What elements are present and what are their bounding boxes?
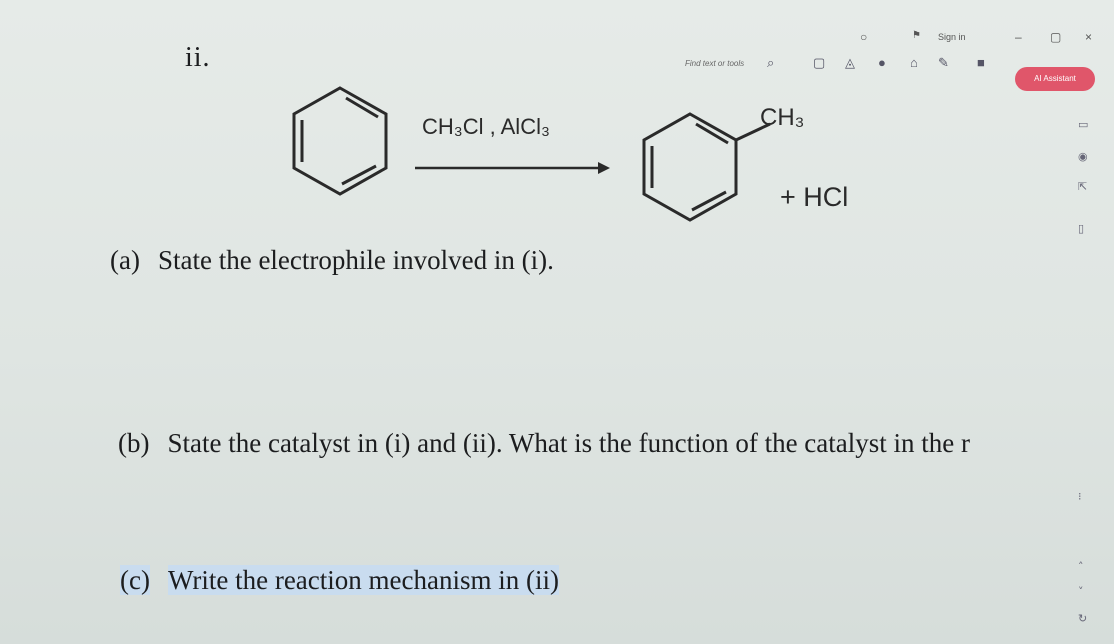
part-text-highlighted[interactable]: Write the reaction mechanism in (ii) xyxy=(167,565,559,595)
scroll-down-icon[interactable]: ˅ xyxy=(1078,585,1084,598)
sidebar-doc-icon[interactable]: ▯ xyxy=(1078,222,1084,235)
comment-icon[interactable]: ● xyxy=(878,55,886,70)
question-number: ii. xyxy=(185,42,211,73)
part-label: (a) xyxy=(110,245,140,275)
sign-in-link[interactable]: Sign in xyxy=(938,32,966,42)
part-a: (a) State the electrophile involved in (i… xyxy=(110,245,554,276)
sidebar-page-icon[interactable]: ▭ xyxy=(1078,118,1088,131)
pen-icon[interactable]: ✎ xyxy=(938,55,949,71)
methyl-label: CH₃ xyxy=(760,104,805,131)
reaction-scheme: CH₃Cl , AlCl₃ CH₃ + HCl xyxy=(280,80,900,230)
print-icon[interactable]: ■ xyxy=(977,55,985,70)
find-text-input[interactable]: Find text or tools xyxy=(685,59,744,68)
close-button[interactable]: × xyxy=(1085,30,1092,44)
circle-icon[interactable]: ○ xyxy=(860,30,867,44)
stamp-icon[interactable]: ⌂ xyxy=(910,55,918,70)
part-b: (b) State the catalyst in (i) and (ii). W… xyxy=(118,428,970,459)
search-icon[interactable]: ⌕ xyxy=(767,55,774,71)
window-controls: ○ ⚑ Sign in – ▢ × xyxy=(860,30,1110,54)
ai-assistant-button[interactable]: AI Assistant xyxy=(1015,67,1095,91)
reagent-label: CH₃Cl , AlCl₃ xyxy=(422,114,550,139)
part-label: (b) xyxy=(118,428,150,458)
reaction-arrow xyxy=(415,162,610,174)
part-c: (c) Write the reaction mechanism in (ii) xyxy=(120,565,559,596)
byproduct-label: + HCl xyxy=(780,182,849,212)
bookmark-icon[interactable]: ⚑ xyxy=(912,30,921,41)
part-label: (c) xyxy=(120,565,150,595)
sidebar-cursor-icon[interactable]: ⇱ xyxy=(1078,180,1087,193)
maximize-button[interactable]: ▢ xyxy=(1050,30,1061,44)
minimize-button[interactable]: – xyxy=(1015,30,1022,44)
toluene-ring xyxy=(642,112,771,222)
part-text: State the catalyst in (i) and (ii). What… xyxy=(167,428,970,458)
refresh-icon[interactable]: ↻ xyxy=(1078,612,1087,625)
page-icon[interactable]: ▢ xyxy=(813,55,825,71)
page: ○ ⚑ Sign in – ▢ × Find text or tools ⌕ ▢… xyxy=(0,0,1114,644)
scroll-up-icon[interactable]: ˄ xyxy=(1078,560,1084,573)
benzene-ring xyxy=(292,86,388,196)
part-text: State the electrophile involved in (i). xyxy=(157,245,554,275)
shapes-icon[interactable]: ◬ xyxy=(845,55,855,71)
scroll-handle-icon[interactable]: ⁝ xyxy=(1078,490,1082,503)
sidebar-dot-icon[interactable]: ◉ xyxy=(1078,150,1088,163)
